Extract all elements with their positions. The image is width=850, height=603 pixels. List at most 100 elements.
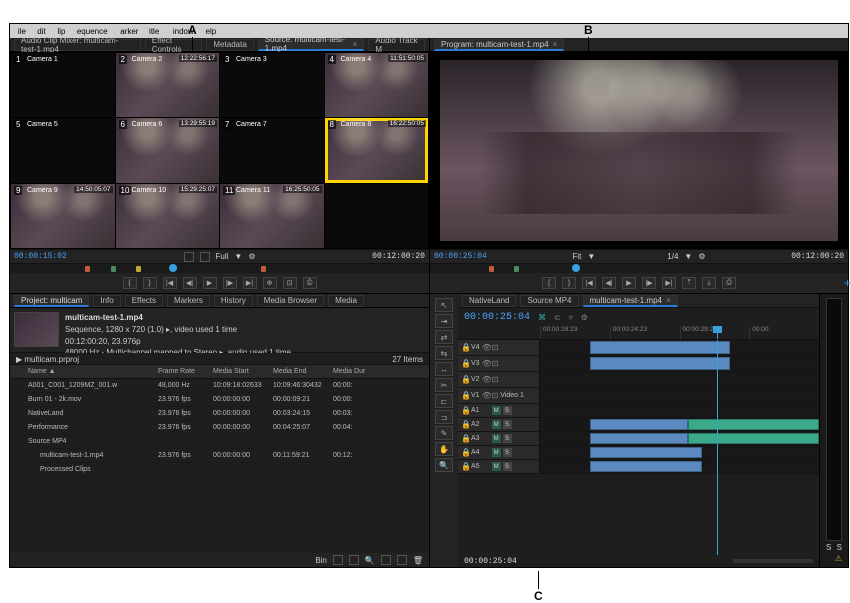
table-row[interactable]: Burn 01 - 2k.mov23.976 fps00:00:00:0000:… [10, 393, 429, 407]
track-lane[interactable] [540, 340, 819, 355]
tab-markers[interactable]: Markers [167, 295, 210, 307]
list-view-icon[interactable] [333, 555, 343, 565]
rolling-tool[interactable]: ⇆ [435, 346, 453, 360]
snap-icon[interactable]: ⌘ [538, 313, 546, 322]
mark-out-button[interactable]: } [143, 277, 157, 289]
camera-10[interactable]: 10Camera 1015:29:25:07 [116, 184, 220, 248]
track-header[interactable]: 🔒A4MS [458, 446, 540, 459]
track-lane[interactable] [540, 404, 819, 417]
hand-tool[interactable]: ✋ [435, 442, 453, 456]
clip[interactable] [688, 419, 819, 430]
tab-source[interactable]: Source: multicam-test-1.mp4× [258, 39, 365, 51]
marker-icon[interactable] [85, 266, 90, 272]
track-lane[interactable] [540, 356, 819, 371]
source-ruler[interactable] [10, 263, 429, 273]
tab-media[interactable]: Media [328, 295, 364, 307]
clip[interactable] [688, 433, 819, 444]
tab-history[interactable]: History [214, 295, 253, 307]
zoom-level[interactable]: Full [216, 252, 229, 261]
program-timecode-left[interactable]: 00:00:25:04 [434, 252, 487, 261]
playhead-icon[interactable] [572, 264, 580, 272]
camera-6[interactable]: 6Camera 613:29:55:19 [116, 118, 220, 182]
track-lane[interactable] [540, 418, 819, 431]
tab-effect-controls[interactable]: Effect Controls [145, 39, 203, 51]
extract-button[interactable]: ⤓ [702, 277, 716, 289]
slip-tool[interactable]: ⊏ [435, 394, 453, 408]
trash-icon[interactable]: 🗑 [413, 556, 423, 565]
camera-1[interactable]: 1Camera 1 [11, 53, 115, 117]
step-fwd-button[interactable]: |▶ [642, 277, 656, 289]
program-ruler[interactable] [430, 263, 848, 273]
new-item-icon[interactable] [397, 555, 407, 565]
video-only-icon[interactable] [184, 252, 194, 262]
playhead-icon[interactable] [169, 264, 177, 272]
icon-view-icon[interactable] [349, 555, 359, 565]
clip[interactable] [590, 419, 688, 430]
lift-button[interactable]: ⤒ [682, 277, 696, 289]
camera-8-selected[interactable]: 8Camera 816:22:50:05 [325, 118, 429, 182]
play-button[interactable]: ▶ [622, 277, 636, 289]
track-header[interactable]: 🔒A5MS [458, 460, 540, 473]
resolution[interactable]: 1/4 [667, 252, 678, 261]
step-fwd-button[interactable]: |▶ [223, 277, 237, 289]
zoom-slider[interactable] [733, 559, 813, 563]
table-row[interactable]: multicam-test-1.mp423.976 fps00:00:00:00… [10, 449, 429, 463]
fit-zoom[interactable]: Fit [572, 252, 581, 261]
track-header[interactable]: 🔒V4👁⊡ [458, 340, 540, 355]
tab-program[interactable]: Program: multicam-test-1.mp4× [434, 39, 564, 51]
step-back-button[interactable]: ◀| [183, 277, 197, 289]
tab-project[interactable]: Project: multicam [14, 295, 89, 307]
settings-icon[interactable]: ⚙ [581, 313, 588, 322]
marker-icon[interactable] [136, 266, 141, 272]
clip[interactable] [590, 357, 730, 370]
export-frame-button[interactable]: ⎙ [303, 277, 317, 289]
marker-add-icon[interactable]: ▿ [569, 313, 573, 322]
track-header[interactable]: 🔒A1MS [458, 404, 540, 417]
selection-tool[interactable]: ↖ [435, 298, 453, 312]
menu-title[interactable]: Title [144, 27, 159, 36]
zoom-tool[interactable]: 🔍 [435, 458, 453, 472]
table-row[interactable]: A001_C001_1209MZ_001.w48,000 Hz10:09:18:… [10, 379, 429, 393]
menu-edit[interactable]: Edit [32, 27, 46, 36]
col-media-start[interactable]: Media Start [213, 368, 273, 375]
clip[interactable] [590, 447, 702, 458]
audio-only-icon[interactable] [200, 252, 210, 262]
mark-in-button[interactable]: { [542, 277, 556, 289]
tab-audio-track-mixer[interactable]: Audio Track M [368, 39, 425, 51]
menu-help[interactable]: Help [200, 27, 216, 36]
marker-icon[interactable] [111, 266, 116, 272]
menu-file[interactable]: FFileile [13, 27, 26, 36]
camera-7[interactable]: 7Camera 7 [220, 118, 324, 182]
track-header[interactable]: 🔒V1👁⊡ Video 1 [458, 388, 540, 403]
tab-seq-sourcemp4[interactable]: Source MP4 [520, 295, 578, 307]
table-row[interactable]: Performance23.976 fps00:00:00:0000:04:25… [10, 421, 429, 435]
clip[interactable] [590, 433, 688, 444]
track-lane[interactable] [540, 388, 819, 403]
marker-icon[interactable] [514, 266, 519, 272]
link-icon[interactable]: ⊂ [554, 313, 561, 322]
razor-tool[interactable]: ✂ [435, 378, 453, 392]
tab-metadata[interactable]: Metadata [206, 39, 253, 51]
tab-audio-clip-mixer[interactable]: Audio Clip Mixer: multicam-test-1.mp4 [14, 39, 141, 51]
tab-seq-nativeland[interactable]: NativeLand [462, 295, 516, 307]
program-viewport[interactable] [430, 52, 848, 249]
clip[interactable] [590, 341, 730, 354]
step-back-button[interactable]: ◀| [602, 277, 616, 289]
track-lane[interactable] [540, 460, 819, 473]
insert-button[interactable]: ⊕ [263, 277, 277, 289]
camera-2[interactable]: 2Camera 212:22:56:17 [116, 53, 220, 117]
add-button-icon[interactable]: + [844, 276, 850, 290]
pen-tool[interactable]: ✎ [435, 426, 453, 440]
new-bin-icon[interactable] [381, 555, 391, 565]
track-select-tool[interactable]: ⇥ [435, 314, 453, 328]
go-in-button[interactable]: |◀ [163, 277, 177, 289]
menu-sequence[interactable]: Sequence [72, 27, 108, 36]
timeline-ruler[interactable]: 00:00:19:23 00:00:24:23 00:00:29:23 00:0… [458, 326, 819, 340]
table-row[interactable]: Processed Clips [10, 463, 429, 477]
track-header[interactable]: 🔒V2👁⊡ [458, 372, 540, 387]
track-header[interactable]: 🔒V3👁⊡ [458, 356, 540, 371]
play-button[interactable]: ▶ [203, 277, 217, 289]
go-out-button[interactable]: ▶| [662, 277, 676, 289]
source-timecode-left[interactable]: 00:00:15:02 [14, 252, 67, 261]
track-header[interactable]: 🔒A2MS [458, 418, 540, 431]
